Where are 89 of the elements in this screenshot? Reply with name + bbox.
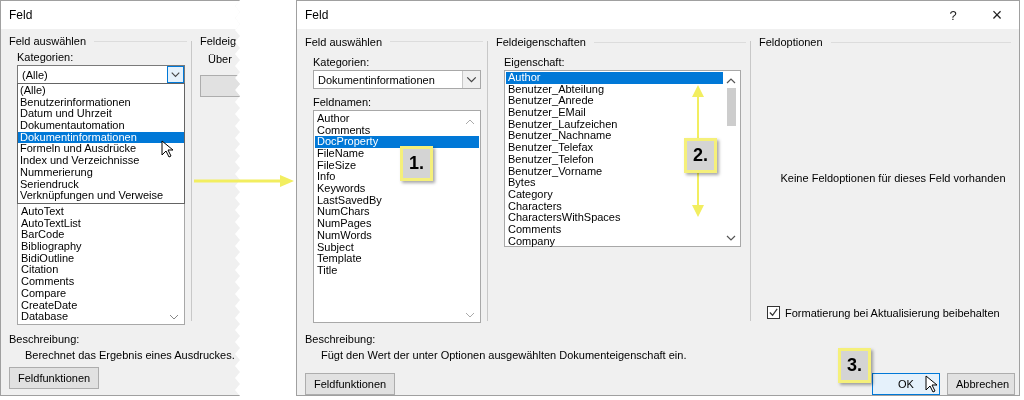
dropdown-option[interactable]: Dokumentinformationen [18, 131, 184, 144]
list-item[interactable]: Comments [315, 124, 373, 137]
list-item[interactable]: Comments [506, 223, 564, 236]
checkbox[interactable] [767, 306, 780, 319]
list-item[interactable]: Benutzer_Abteilung [506, 83, 606, 96]
list-item[interactable]: Compare [19, 287, 69, 300]
list-item[interactable]: Template [315, 253, 364, 265]
list-item[interactable]: Characters [506, 200, 564, 213]
list-item[interactable]: Category [506, 188, 555, 201]
close-button[interactable]: × [975, 1, 1019, 29]
list-item[interactable]: Benutzer_Telefon [506, 153, 596, 166]
field-label: Kategorien: [17, 51, 75, 63]
list-item[interactable]: Citation [19, 264, 61, 277]
list-item[interactable]: Benutzer_Telefax [506, 142, 595, 154]
list-item[interactable]: NumWords [315, 229, 374, 242]
chevron-icon [169, 314, 179, 320]
list-item[interactable]: Keywords [315, 183, 368, 195]
list-item[interactable]: Info [315, 171, 338, 184]
dropdown-option[interactable]: Dokumentautomation [18, 120, 127, 132]
cursor-icon [161, 140, 173, 158]
description-label: Beschreibung: [305, 333, 377, 345]
list-item[interactable]: Company [506, 235, 558, 248]
chevron-icon [726, 235, 736, 241]
group-heading: Feld auswählen [305, 35, 383, 48]
chevron-icon [167, 66, 184, 83]
help-button[interactable]: ? [931, 1, 975, 29]
list-item[interactable]: FileName [315, 148, 367, 160]
list-item[interactable]: FileSize [315, 159, 359, 172]
list-item[interactable]: BidiOutline [19, 252, 77, 265]
list-item[interactable]: BarCode [19, 229, 67, 242]
list-item[interactable]: Subject [315, 241, 356, 254]
list-item[interactable]: Author [315, 112, 352, 125]
chevron-icon [462, 70, 480, 88]
cancel-button[interactable]: Abbrechen [947, 373, 1015, 395]
list-item[interactable]: AutoTextList [19, 217, 83, 230]
list-item[interactable]: LastSavedBy [315, 194, 384, 207]
step-callout: 3. [838, 348, 871, 383]
list-item[interactable]: Bytes [506, 177, 538, 189]
chevron-icon [465, 118, 475, 125]
field-label: Über [208, 53, 233, 65]
dropdown-option[interactable]: (Alle) [18, 85, 48, 97]
chevron-icon [726, 78, 736, 84]
field-codes-button[interactable]: Feldfunktionen [9, 367, 100, 389]
chevron-icon [465, 312, 475, 318]
description-text: Fügt den Wert der unter Optionen ausgewählten Dokumenteigenschaft ein. [320, 349, 688, 361]
list-item[interactable]: NumPages [315, 218, 374, 230]
field-label: Feldnamen: [313, 95, 373, 108]
group-heading: Feld auswählen [9, 35, 87, 47]
list-item[interactable]: Benutzer_Vorname [506, 165, 605, 178]
field-codes-button[interactable]: Feldfunktionen [305, 373, 396, 395]
step-callout: 1. [400, 146, 433, 181]
list-item[interactable]: DocProperty [315, 136, 479, 148]
list-item[interactable]: Benutzer_Nachname [506, 130, 614, 143]
description-label: Beschreibung: [9, 333, 81, 345]
description-text: Berechnet das Ergebnis eines Ausdruckes. [24, 349, 236, 361]
step-callout: 2. [684, 138, 717, 173]
dropdown-option[interactable]: Seriendruck [18, 178, 81, 191]
property-list[interactable] [504, 70, 741, 247]
field-label: Eigenschaft: [504, 56, 566, 68]
list-item[interactable]: CharactersWithSpaces [506, 212, 623, 224]
list-item[interactable]: NumChars [315, 206, 372, 219]
dropdown-option[interactable]: Index und Verzeichnisse [18, 155, 142, 167]
field-label: Kategorien: [313, 55, 371, 68]
list-item[interactable]: Benutzer_EMail [506, 107, 588, 119]
list-item[interactable]: AutoText [19, 206, 66, 218]
group-heading: Feldeig [200, 35, 238, 49]
dropdown-option[interactable]: Formeln und Ausdrücke [18, 143, 139, 156]
dropdown-option[interactable]: Verknüpfungen und Verweise [18, 190, 166, 202]
list-item[interactable]: Database [19, 311, 71, 323]
window-title: Feld [9, 8, 33, 22]
list-item[interactable]: Title [315, 264, 340, 277]
dropdown-option[interactable]: Datum und Uhrzeit [18, 108, 114, 121]
list-item[interactable]: CreateDate [19, 299, 80, 312]
group-heading: Feldeigenschaften [496, 36, 586, 48]
list-item[interactable]: Benutzer_Anrede [506, 95, 596, 108]
group-heading: Feldoptionen [759, 36, 823, 48]
window-title: Feld [305, 8, 329, 22]
dropdown-option[interactable]: Benutzerinformationen [18, 96, 133, 109]
message-text: Keine Feldoptionen für dieses Feld vorhanden [780, 171, 1006, 184]
checkbox-label[interactable]: Formatierung bei Aktualisierung beibehalten [785, 306, 1000, 319]
category-dropdown[interactable]: Dokumentinformationen [313, 69, 481, 89]
list-item[interactable]: Bibliography [19, 241, 84, 253]
scrollbar-thumb[interactable] [726, 88, 736, 126]
list-item[interactable]: Comments [19, 276, 77, 288]
list-item[interactable]: Author [506, 72, 723, 84]
dropdown-option[interactable]: Nummerierung [18, 166, 95, 179]
ok-button[interactable]: OK [872, 373, 940, 395]
list-item[interactable]: Benutzer_Laufzeichen [506, 118, 620, 131]
cursor-icon [925, 375, 937, 393]
